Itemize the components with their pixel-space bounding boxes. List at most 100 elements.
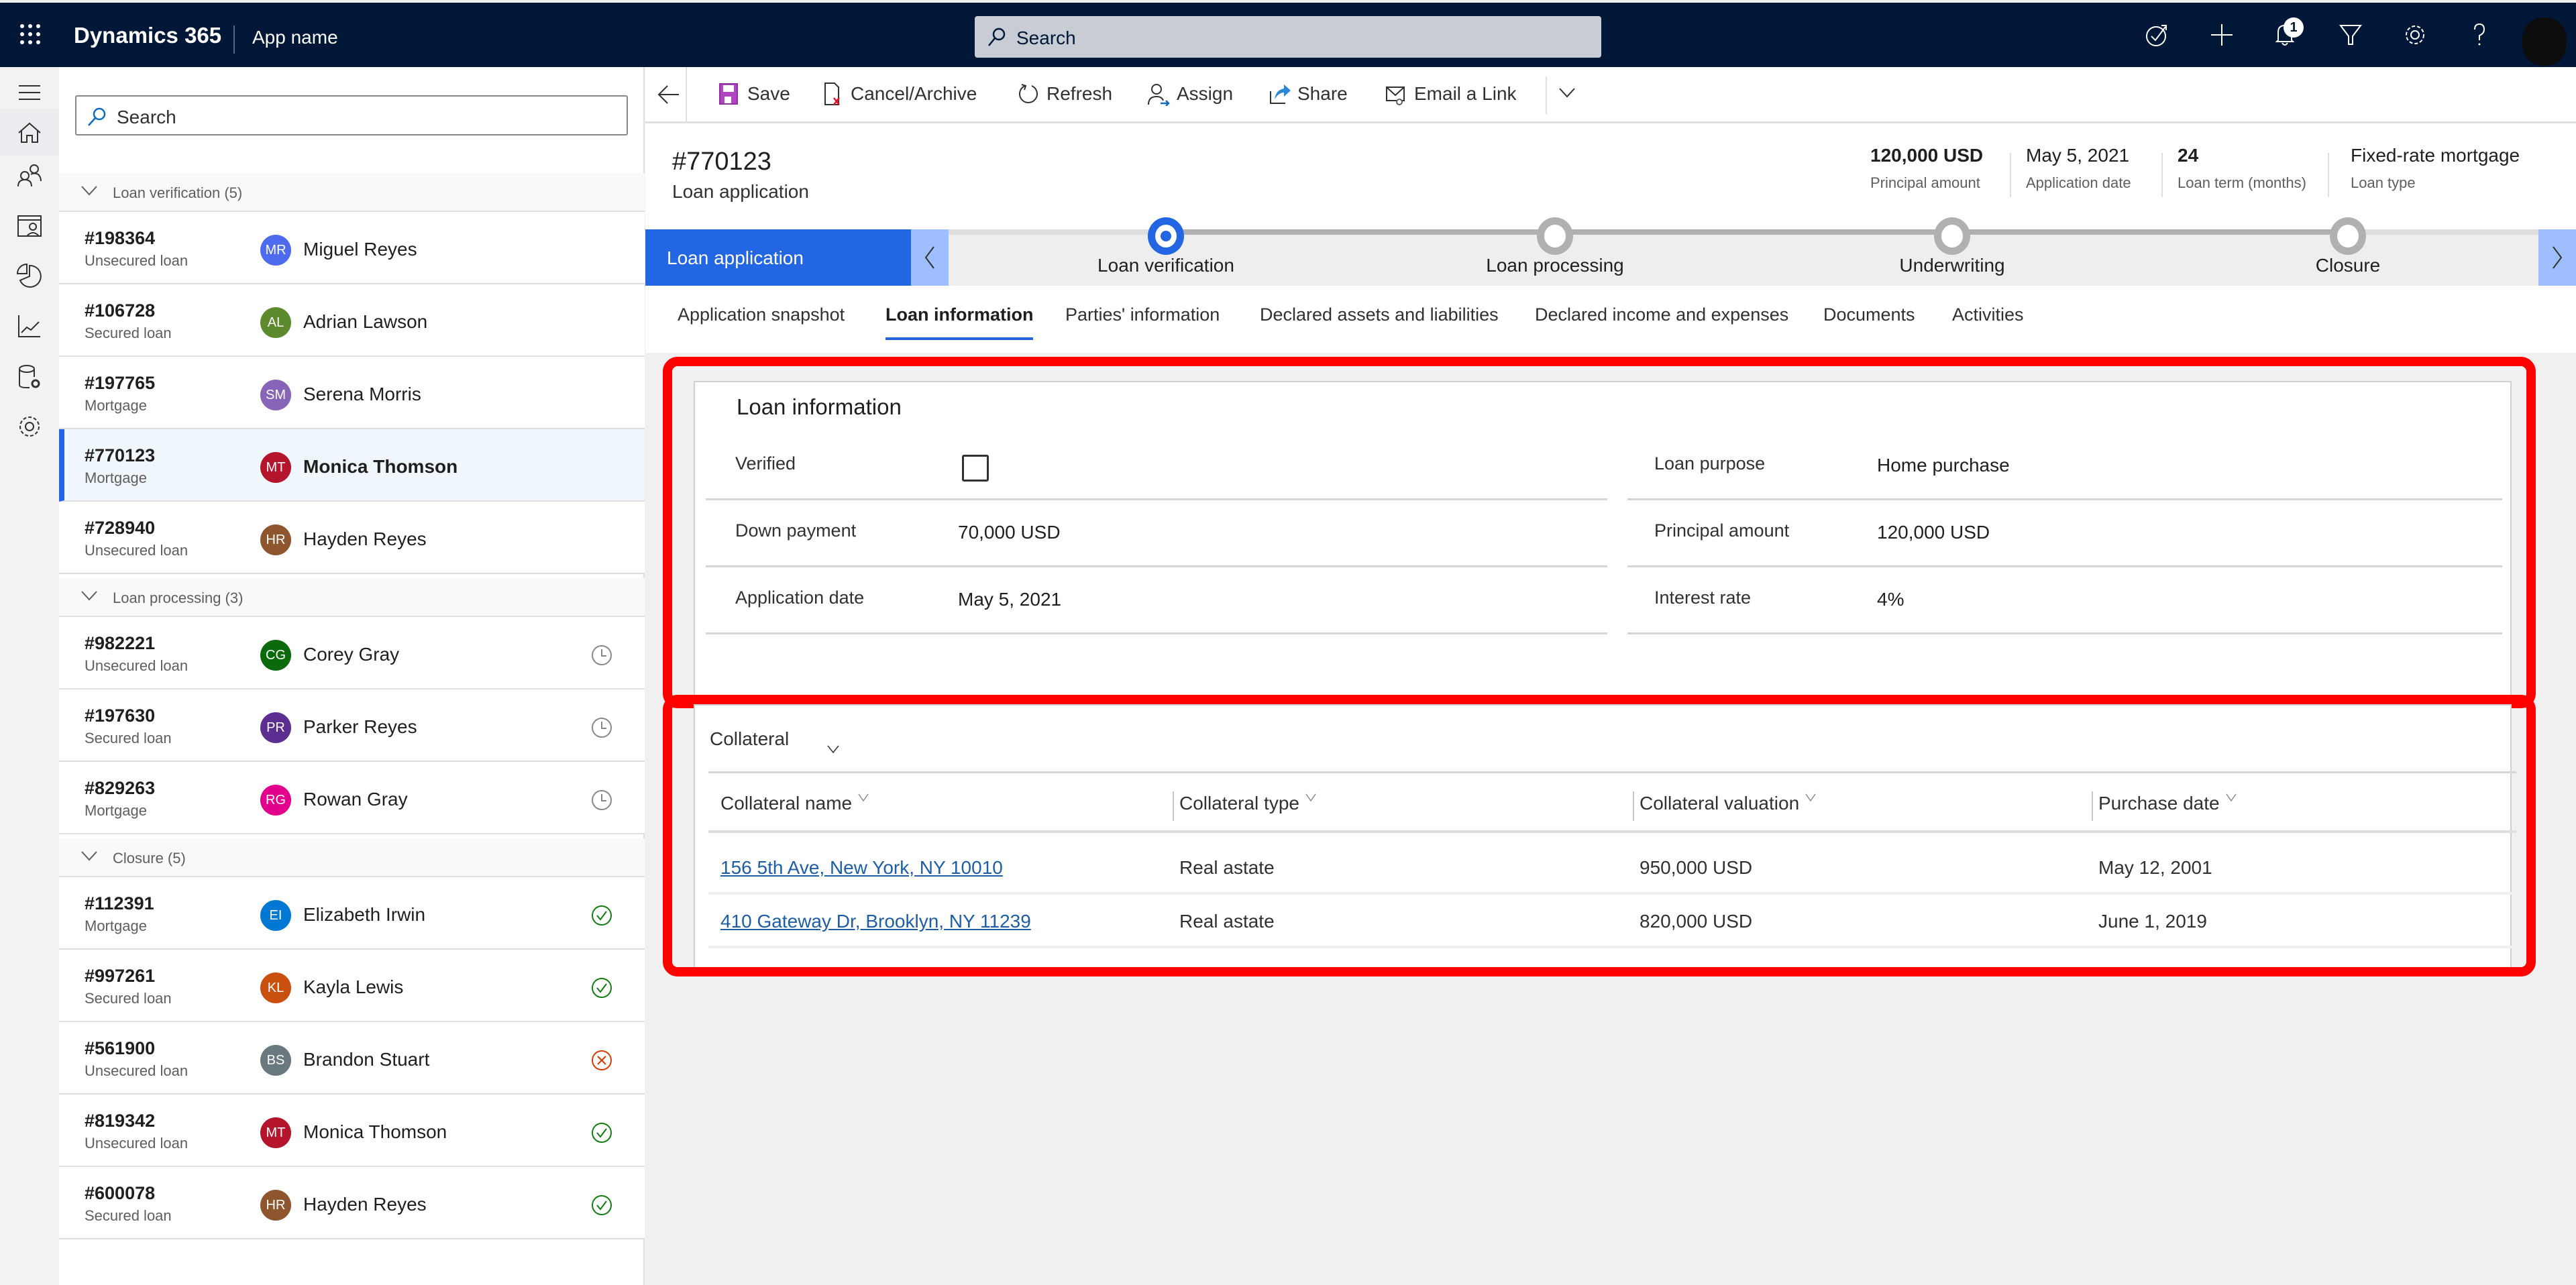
- loan-type: Unsecured loan: [85, 657, 189, 674]
- email-link-button[interactable]: Email a Link: [1385, 79, 1517, 109]
- trend-chart-icon[interactable]: [15, 311, 44, 341]
- next-stage-button[interactable]: [2538, 229, 2576, 286]
- calendar-person-icon[interactable]: [15, 211, 44, 240]
- applicant-name: Rowan Gray: [303, 789, 408, 809]
- current-stage-indicator: [1148, 217, 1184, 255]
- avatar: BS: [260, 1045, 291, 1076]
- gear-icon[interactable]: [15, 412, 44, 441]
- save-button[interactable]: Save: [718, 79, 790, 109]
- divider: [2328, 153, 2329, 197]
- database-settings-icon[interactable]: [15, 362, 44, 392]
- applicant-name: Brandon Stuart: [303, 1049, 430, 1070]
- home-icon[interactable]: [15, 118, 44, 148]
- divider: [2161, 153, 2163, 197]
- highlight-frame: [663, 357, 2536, 708]
- list-item[interactable]: #561900 Unsecured loan BS Brandon Stuart: [59, 1022, 645, 1095]
- loan-type: Unsecured loan: [85, 542, 189, 559]
- list-group-header[interactable]: Loan processing (3): [59, 578, 645, 617]
- applicant-name: Hayden Reyes: [303, 528, 427, 549]
- record-title: #770123: [672, 148, 771, 176]
- header-field-label: Loan term (months): [2178, 174, 2306, 191]
- tab-documents[interactable]: Documents: [1823, 304, 1915, 337]
- applicant-name: Parker Reyes: [303, 716, 417, 737]
- back-button[interactable]: [657, 85, 680, 108]
- loan-id: #197630: [85, 706, 156, 726]
- help-icon[interactable]: [2466, 21, 2493, 48]
- share-label: Share: [1297, 83, 1348, 104]
- filter-icon[interactable]: [2337, 21, 2364, 48]
- back-arrow-icon: [657, 85, 679, 104]
- app-name[interactable]: App name: [252, 27, 338, 48]
- tab-activities[interactable]: Activities: [1952, 304, 2024, 337]
- tab-application-snapshot[interactable]: Application snapshot: [678, 304, 845, 337]
- list-item[interactable]: #197765 Mortgage SM Serena Morris: [59, 357, 645, 429]
- list-group-header[interactable]: Loan verification (5): [59, 173, 645, 212]
- task-flow-icon[interactable]: [2144, 21, 2171, 48]
- check-circle-icon: [592, 978, 612, 998]
- search-icon: [988, 27, 1006, 46]
- assign-person-icon: [1148, 84, 1170, 106]
- list-item[interactable]: #728940 Unsecured loan HR Hayden Reyes: [59, 502, 645, 574]
- top-bar: Dynamics 365 App name Search 1: [0, 3, 2576, 67]
- people-icon[interactable]: [15, 161, 44, 190]
- clock-icon: [592, 718, 612, 738]
- brand-title[interactable]: Dynamics 365: [74, 23, 221, 48]
- pie-chart-icon[interactable]: [15, 262, 44, 291]
- list-item[interactable]: #197630 Secured loan PR Parker Reyes: [59, 689, 645, 762]
- process-name-button[interactable]: Loan application: [645, 229, 911, 286]
- stage-label: Closure: [2315, 255, 2381, 276]
- loan-type: Secured loan: [85, 1207, 172, 1224]
- tab-parties-information[interactable]: Parties' information: [1065, 304, 1220, 337]
- list-item[interactable]: #770123 Mortgage MT Monica Thomson: [59, 429, 645, 502]
- divider: [1546, 76, 1547, 114]
- loan-type: Secured loan: [85, 990, 172, 1007]
- loan-id: #561900: [85, 1038, 156, 1058]
- list-item[interactable]: #997261 Secured loan KL Kayla Lewis: [59, 950, 645, 1022]
- applicant-name: Adrian Lawson: [303, 311, 428, 332]
- tab-declared-income-and-expenses[interactable]: Declared income and expenses: [1535, 304, 1788, 337]
- hamburger-icon[interactable]: [15, 78, 44, 107]
- previous-stage-button[interactable]: [911, 229, 949, 286]
- stage-label: Loan processing: [1486, 255, 1624, 276]
- gear-icon[interactable]: [2402, 21, 2428, 48]
- more-commands-button[interactable]: [1558, 86, 1576, 103]
- list-group-header[interactable]: Closure (5): [59, 838, 645, 877]
- plus-icon[interactable]: [2208, 21, 2235, 48]
- chevron-down-icon: [81, 186, 97, 196]
- applicant-name: Corey Gray: [303, 644, 400, 665]
- list-item[interactable]: #198364 Unsecured loan MR Miguel Reyes: [59, 212, 645, 284]
- header-field-label: Loan type: [2351, 174, 2416, 191]
- list-search-input[interactable]: Search: [75, 95, 628, 135]
- chevron-down-icon: [1559, 88, 1575, 98]
- chevron-down-icon: [81, 591, 97, 601]
- tab-loan-information[interactable]: Loan information: [885, 304, 1034, 340]
- applicant-name: Hayden Reyes: [303, 1194, 427, 1215]
- list-item[interactable]: #819342 Unsecured loan MT Monica Thomson: [59, 1095, 645, 1167]
- loan-id: #997261: [85, 966, 156, 986]
- global-search-input[interactable]: Search: [975, 16, 1601, 58]
- share-button[interactable]: Share: [1268, 79, 1348, 109]
- save-label: Save: [747, 83, 790, 104]
- save-icon: [719, 83, 738, 105]
- applicant-name: Serena Morris: [303, 384, 421, 404]
- app-launcher-icon[interactable]: [20, 24, 40, 44]
- list-item[interactable]: #600078 Secured loan HR Hayden Reyes: [59, 1167, 645, 1239]
- record-entity-type: Loan application: [672, 181, 809, 202]
- cancel-archive-button[interactable]: Cancel/Archive: [821, 79, 977, 109]
- chevron-right-icon: [2553, 246, 2563, 269]
- list-item[interactable]: #112391 Mortgage EI Elizabeth Irwin: [59, 877, 645, 950]
- user-avatar[interactable]: [2522, 17, 2567, 66]
- assign-button[interactable]: Assign: [1147, 79, 1233, 109]
- refresh-button[interactable]: Refresh: [1017, 79, 1112, 109]
- header-field-label: Principal amount: [1870, 174, 1980, 191]
- loan-id: #728940: [85, 518, 156, 538]
- avatar: RG: [260, 785, 291, 816]
- group-label: Closure (5): [113, 850, 186, 867]
- refresh-icon: [1019, 84, 1038, 103]
- list-item[interactable]: #982221 Unsecured loan CG Corey Gray: [59, 617, 645, 689]
- list-item[interactable]: #829263 Mortgage RG Rowan Gray: [59, 762, 645, 834]
- tab-declared-assets-and-liabilities[interactable]: Declared assets and liabilities: [1260, 304, 1499, 337]
- list-item[interactable]: #106728 Secured loan AL Adrian Lawson: [59, 284, 645, 357]
- stage-label: Loan verification: [1097, 255, 1234, 276]
- check-circle-icon: [592, 905, 612, 926]
